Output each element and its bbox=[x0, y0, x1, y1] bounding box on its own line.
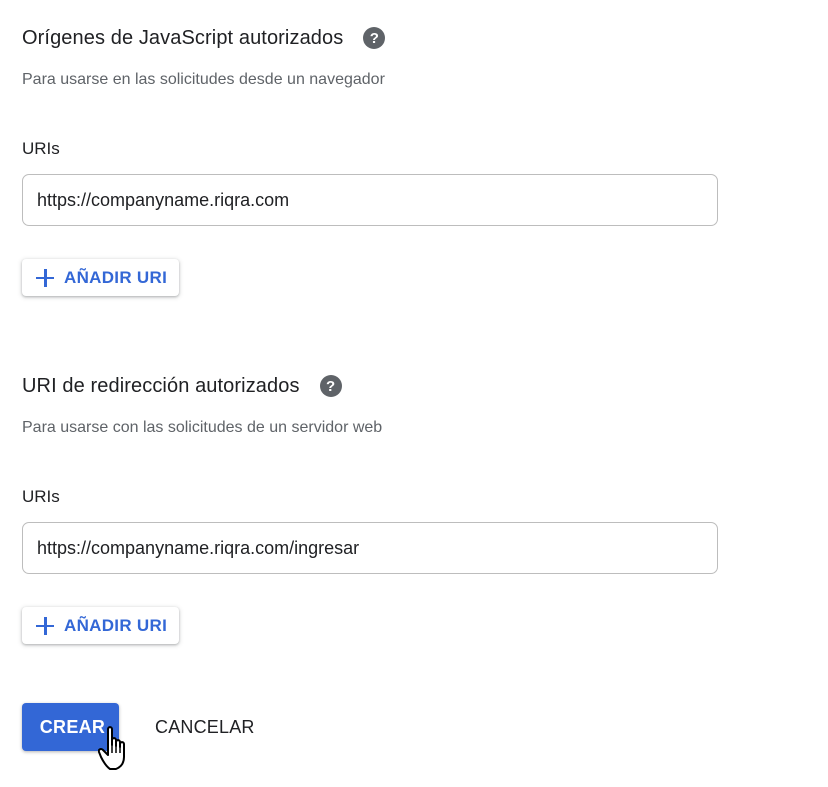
add-uri-label: AÑADIR URI bbox=[64, 615, 168, 635]
redirect-uri-input[interactable] bbox=[22, 522, 718, 574]
help-circle-icon[interactable]: ? bbox=[363, 27, 386, 49]
hand-pointer-icon bbox=[98, 726, 125, 770]
add-redirect-uri-button[interactable]: AÑADIR URI bbox=[22, 607, 180, 644]
add-uri-label: AÑADIR URI bbox=[64, 267, 168, 287]
redirect-uris-title: URI de redirección autorizados ? bbox=[22, 372, 342, 400]
add-js-origin-uri-button[interactable]: AÑADIR URI bbox=[22, 259, 180, 296]
js-origin-uri-input[interactable] bbox=[22, 174, 718, 226]
js-origins-title: Orígenes de JavaScript autorizados ? bbox=[22, 24, 386, 52]
help-circle-icon[interactable]: ? bbox=[319, 375, 342, 397]
cancel-button[interactable]: CANCELAR bbox=[143, 703, 267, 751]
js-origins-title-text: Orígenes de JavaScript autorizados bbox=[22, 26, 344, 49]
plus-icon bbox=[36, 616, 54, 635]
redirect-uris-label: URIs bbox=[22, 487, 60, 506]
redirect-uris-description: Para usarse con las solicitudes de un se… bbox=[22, 419, 383, 436]
js-origins-description: Para usarse en las solicitudes desde un … bbox=[22, 71, 385, 88]
js-origins-uris-label: URIs bbox=[22, 139, 60, 158]
redirect-uris-title-text: URI de redirección autorizados bbox=[22, 374, 300, 397]
oauth-client-form: Orígenes de JavaScript autorizados ? Par… bbox=[0, 0, 828, 787]
plus-icon bbox=[36, 268, 54, 287]
